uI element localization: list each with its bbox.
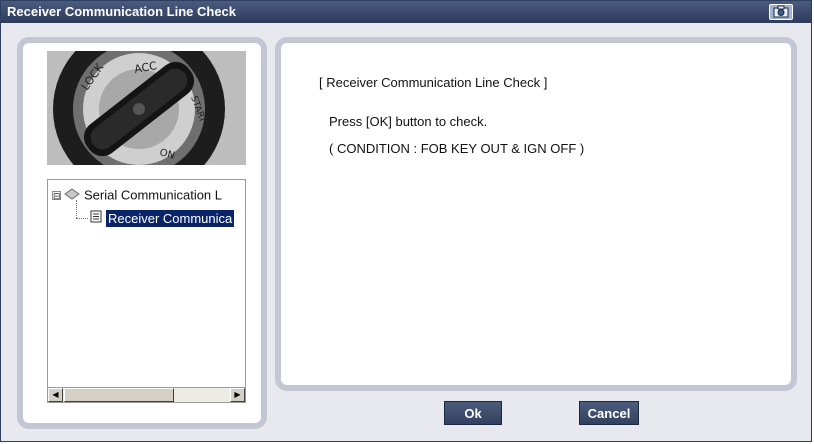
tree-view[interactable]: ⊟ Serial Communication L Receiver Commun… <box>47 179 246 403</box>
document-icon <box>90 210 102 228</box>
horizontal-scrollbar[interactable]: ◀ ▶ <box>48 387 245 402</box>
camera-icon[interactable] <box>769 4 793 20</box>
tree-item-serial-communication[interactable]: ⊟ Serial Communication L <box>52 186 222 204</box>
instruction-text: Press [OK] button to check. <box>329 114 488 129</box>
collapse-icon[interactable]: ⊟ <box>52 191 61 201</box>
cancel-button[interactable]: Cancel <box>579 401 639 425</box>
diamond-node-icon <box>64 187 80 205</box>
window-title: Receiver Communication Line Check <box>7 4 237 19</box>
message-title: [ Receiver Communication Line Check ] <box>319 75 548 90</box>
condition-text: ( CONDITION : FOB KEY OUT & IGN OFF ) <box>329 141 585 156</box>
tree-item-label: Serial Communication L <box>84 187 223 203</box>
title-bar: Receiver Communication Line Check <box>1 1 811 23</box>
dialog-window: Receiver Communication Line Check LOCK A… <box>0 0 812 442</box>
left-panel: LOCK ACC START ON ⊟ Serial Communication… <box>17 37 267 429</box>
scroll-thumb[interactable] <box>64 388 174 402</box>
tree-item-receiver-communication[interactable]: Receiver Communica <box>90 209 235 228</box>
ignition-key-image: LOCK ACC START ON <box>47 51 246 165</box>
tree-item-label: Receiver Communica <box>106 209 235 227</box>
scroll-left-button[interactable]: ◀ <box>48 388 63 402</box>
ok-button[interactable]: Ok <box>444 401 502 425</box>
tree-connector <box>76 218 88 219</box>
message-panel: [ Receiver Communication Line Check ] Pr… <box>275 37 797 391</box>
tree-connector <box>76 200 77 218</box>
scroll-right-button[interactable]: ▶ <box>230 388 245 402</box>
